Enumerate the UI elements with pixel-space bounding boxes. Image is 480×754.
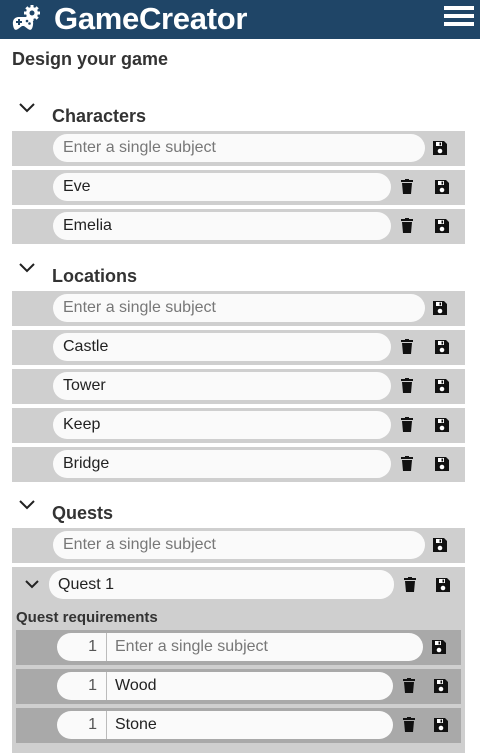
location-row: Bridge: [12, 447, 465, 482]
delete-icon[interactable]: [401, 378, 413, 393]
new-location-input[interactable]: [53, 294, 425, 322]
requirement-name[interactable]: Wood: [115, 672, 157, 700]
new-character-row: [12, 131, 465, 166]
section-title-locations: Locations: [52, 266, 138, 286]
app-title: GameCreator: [54, 1, 248, 36]
new-requirement-field[interactable]: 1 Enter a single subject: [57, 633, 423, 661]
save-icon[interactable]: [431, 639, 447, 655]
delete-icon[interactable]: [403, 678, 415, 693]
save-icon[interactable]: [433, 717, 449, 733]
delete-icon[interactable]: [401, 218, 413, 233]
chevron-down-icon[interactable]: [18, 102, 36, 114]
character-name[interactable]: Emelia: [53, 212, 391, 240]
section-title-quests: Quests: [52, 503, 114, 523]
requirement-field[interactable]: 1 Wood: [57, 672, 393, 700]
requirement-name[interactable]: Stone: [115, 711, 157, 739]
location-name[interactable]: Tower: [53, 372, 391, 400]
save-icon[interactable]: [432, 140, 448, 156]
gamepad-gear-icon: [12, 5, 40, 30]
delete-icon[interactable]: [403, 717, 415, 732]
save-icon[interactable]: [434, 339, 450, 355]
location-row: Keep: [12, 408, 465, 443]
location-row: Tower: [12, 369, 465, 404]
save-icon[interactable]: [434, 378, 450, 394]
new-character-input[interactable]: [53, 134, 425, 162]
delete-icon[interactable]: [404, 577, 416, 592]
delete-icon[interactable]: [401, 339, 413, 354]
character-row: Emelia: [12, 209, 465, 244]
requirement-quantity[interactable]: 1: [57, 711, 107, 739]
section-header-characters: Characters: [12, 100, 465, 130]
delete-icon[interactable]: [401, 179, 413, 194]
location-row: Castle: [12, 330, 465, 365]
chevron-down-icon[interactable]: [18, 262, 36, 274]
top-bar: GameCreator: [0, 0, 480, 39]
requirement-placeholder[interactable]: Enter a single subject: [115, 633, 268, 661]
save-icon[interactable]: [435, 577, 451, 593]
section-header-locations: Locations: [12, 260, 465, 290]
delete-icon[interactable]: [401, 417, 413, 432]
save-icon[interactable]: [432, 537, 448, 553]
character-row: Eve: [12, 170, 465, 205]
section-header-quests: Quests: [12, 497, 465, 527]
save-icon[interactable]: [434, 417, 450, 433]
location-name[interactable]: Castle: [53, 333, 391, 361]
quest-requirements-label: Quest requirements: [16, 609, 158, 626]
chevron-down-icon[interactable]: [18, 499, 36, 511]
quest-name[interactable]: Quest 1: [49, 570, 394, 599]
new-location-row: [12, 291, 465, 326]
delete-icon[interactable]: [401, 456, 413, 471]
new-requirement-row: 1 Enter a single subject: [16, 630, 461, 665]
requirement-row: 1 Wood: [16, 669, 461, 704]
character-name[interactable]: Eve: [53, 173, 391, 201]
save-icon[interactable]: [432, 300, 448, 316]
hamburger-menu-icon[interactable]: [444, 6, 474, 32]
save-icon[interactable]: [434, 218, 450, 234]
save-icon[interactable]: [434, 456, 450, 472]
chevron-down-icon[interactable]: [24, 579, 40, 590]
location-name[interactable]: Keep: [53, 411, 391, 439]
requirement-quantity[interactable]: 1: [57, 672, 107, 700]
requirement-field[interactable]: 1 Stone: [57, 711, 393, 739]
new-quest-input[interactable]: [53, 531, 425, 559]
section-title-characters: Characters: [52, 106, 147, 126]
new-quest-row: [12, 528, 465, 563]
requirement-row: 1 Stone: [16, 708, 461, 743]
save-icon[interactable]: [433, 678, 449, 694]
quest-row: Quest 1: [12, 567, 465, 603]
requirement-quantity[interactable]: 1: [57, 633, 107, 661]
page-title: Design your game: [12, 49, 169, 69]
save-icon[interactable]: [434, 179, 450, 195]
location-name[interactable]: Bridge: [53, 450, 391, 478]
